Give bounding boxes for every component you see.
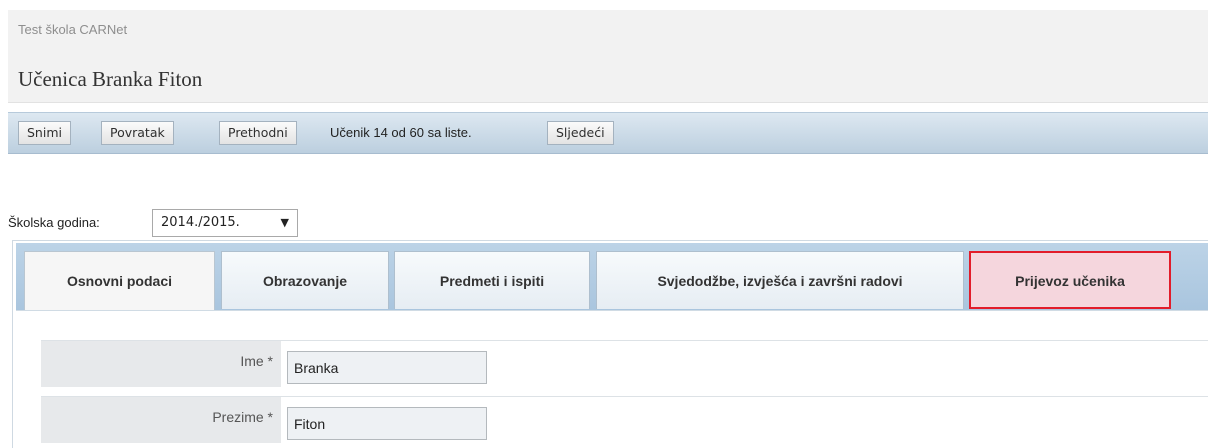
tab-certificates-reports[interactable]: Svjedodžbe, izvješća i završni radovi xyxy=(596,251,964,309)
page-title: Učenica Branka Fiton xyxy=(18,67,203,91)
first-name-field[interactable] xyxy=(287,351,487,384)
toolbar: Snimi Povratak Prethodni Učenik 14 od 60… xyxy=(8,112,1208,154)
school-year-label: Školska godina: xyxy=(8,215,100,230)
last-name-field[interactable] xyxy=(287,407,487,440)
tab-label: Obrazovanje xyxy=(262,273,348,289)
save-button[interactable]: Snimi xyxy=(18,121,71,145)
school-year-select[interactable]: 2014./2015. ▼ xyxy=(152,209,298,237)
page-header: Test škola CARNet Učenica Branka Fiton xyxy=(8,10,1208,103)
school-year-value: 2014./2015. xyxy=(161,215,240,230)
student-position-info: Učenik 14 od 60 sa liste. xyxy=(330,125,472,140)
tab-label: Svjedodžbe, izvješća i završni radovi xyxy=(657,273,903,289)
tab-education[interactable]: Obrazovanje xyxy=(221,251,389,309)
last-name-label: Prezime * xyxy=(41,397,281,443)
next-button[interactable]: Sljedeći xyxy=(547,121,614,145)
previous-button[interactable]: Prethodni xyxy=(219,121,297,145)
form-row-first-name: Ime * xyxy=(41,340,1208,387)
school-name: Test škola CARNet xyxy=(18,22,128,37)
tab-label: Osnovni podaci xyxy=(66,273,172,289)
tab-label: Prijevoz učenika xyxy=(1015,273,1125,289)
tab-student-transport[interactable]: Prijevoz učenika xyxy=(969,251,1171,309)
back-button[interactable]: Povratak xyxy=(101,121,174,145)
first-name-label: Ime * xyxy=(41,341,281,387)
tab-basic-data[interactable]: Osnovni podaci xyxy=(24,251,215,311)
tab-divider xyxy=(16,310,1208,311)
dropdown-arrow-icon: ▼ xyxy=(280,216,289,229)
tab-label: Predmeti i ispiti xyxy=(439,273,545,289)
form-row-last-name: Prezime * xyxy=(41,396,1208,443)
tab-subjects-exams[interactable]: Predmeti i ispiti xyxy=(394,251,590,309)
